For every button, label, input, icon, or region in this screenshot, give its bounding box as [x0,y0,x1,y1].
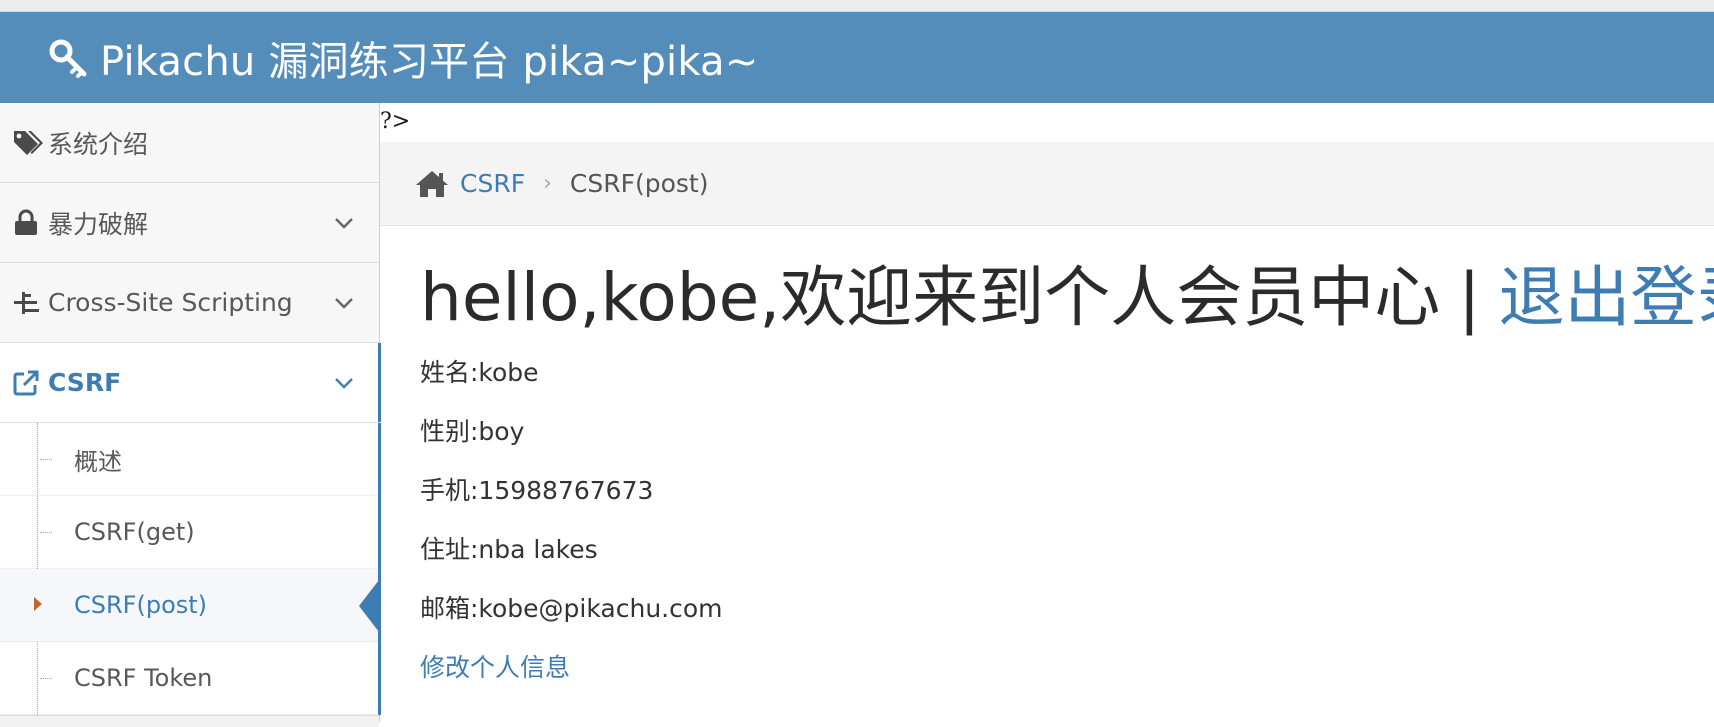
submenu-item-csrf-token[interactable]: CSRF Token [0,642,379,715]
sidebar-item-label: CSRF [48,368,122,397]
sidebar-item-label: 暴力破解 [48,209,149,239]
submenu-item-label: CSRF(post) [74,591,208,619]
submenu-item-csrf-post[interactable]: CSRF(post) [0,569,379,642]
sidebar-item-bruteforce[interactable]: 暴力破解 [0,183,379,263]
page-title: hello,kobe,欢迎来到个人会员中心|退出登录 [420,253,1714,343]
submenu-item-csrf-get[interactable]: CSRF(get) [0,496,379,569]
sidebar-item-label: Cross-Site Scripting [48,288,293,317]
logout-link[interactable]: 退出登录 [1498,259,1714,336]
sitemap-icon [12,288,46,318]
welcome-text: hello,kobe,欢迎来到个人会员中心 [420,259,1441,336]
breadcrumb-current: CSRF(post) [569,169,709,198]
profile-sex: 性别:boy [420,417,525,446]
tags-icon [12,128,46,158]
share-square-icon [12,368,46,398]
submenu-item-label: CSRF(get) [74,518,195,546]
title-separator: | [1458,259,1481,336]
profile-phone: 手机:15988767673 [420,476,654,505]
browser-top-strip [0,0,1714,12]
chevron-down-icon [331,210,357,236]
key-icon [48,37,90,79]
sidebar-item-intro[interactable]: 系统介绍 [0,103,379,183]
submenu-item-label: 概述 [74,447,122,476]
sidebar-item-xss[interactable]: Cross-Site Scripting [0,263,379,343]
chevron-down-icon [331,370,357,396]
breadcrumb-link-csrf[interactable]: CSRF [460,169,525,198]
stray-php-text: ?> [380,109,411,134]
home-icon[interactable] [414,168,450,200]
member-center: hello,kobe,欢迎来到个人会员中心|退出登录 姓名:kobe 性别:bo… [420,253,1714,697]
csrf-submenu: 概述 CSRF(get) CSRF(post) CSRF Token [0,423,381,715]
sidebar-item-label: 系统介绍 [48,129,149,159]
profile-email: 邮箱:kobe@pikachu.com [420,594,723,623]
breadcrumb-separator: › [543,171,552,196]
edit-profile-link[interactable]: 修改个人信息 [420,638,1714,697]
sidebar: 系统介绍 暴力破解 Cross-Site Scripting CSRF 概述 C… [0,103,381,727]
profile-name: 姓名:kobe [420,358,539,387]
submenu-item-overview[interactable]: 概述 [0,423,379,496]
sidebar-item-csrf[interactable]: CSRF [0,343,381,423]
brand[interactable]: Pikachu 漏洞练习平台 pika~pika~ [48,29,758,87]
chevron-down-icon [331,290,357,316]
submenu-item-label: CSRF Token [74,664,213,692]
profile-address: 住址:nba lakes [420,535,598,564]
main-content: ?> CSRF › CSRF(post) hello,kobe,欢迎来到个人会员… [380,103,1714,722]
app-title: Pikachu 漏洞练习平台 pika~pika~ [100,38,759,85]
caret-right-icon [34,597,42,611]
breadcrumb: CSRF › CSRF(post) [380,142,1714,226]
active-pointer-icon [359,580,379,632]
top-navbar: Pikachu 漏洞练习平台 pika~pika~ [0,12,1714,103]
sidebar-collapse-bar [0,715,379,727]
lock-icon [12,208,46,238]
